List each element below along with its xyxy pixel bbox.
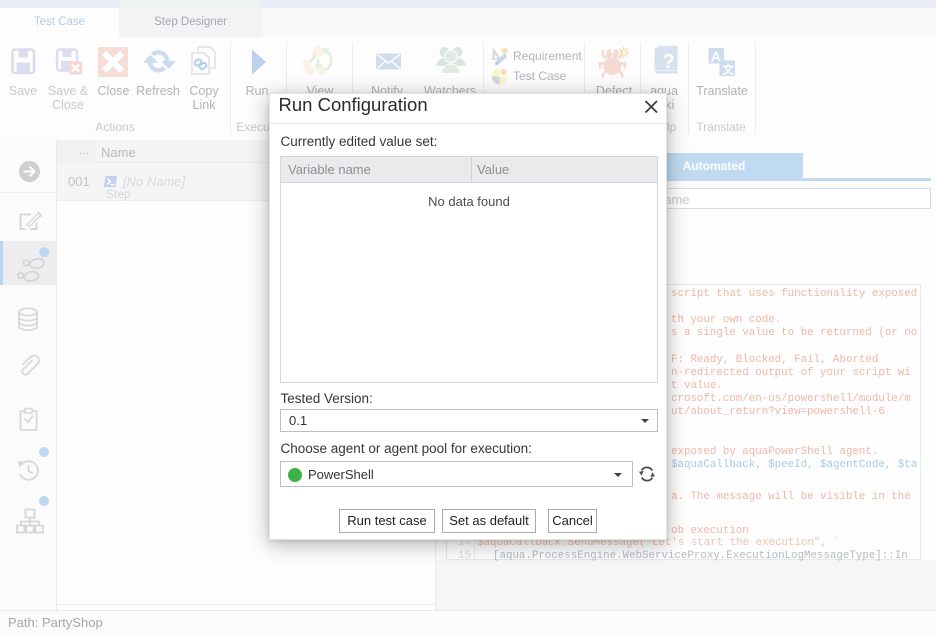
svg-text:?: ?: [663, 51, 675, 73]
svg-text:文: 文: [723, 63, 735, 77]
